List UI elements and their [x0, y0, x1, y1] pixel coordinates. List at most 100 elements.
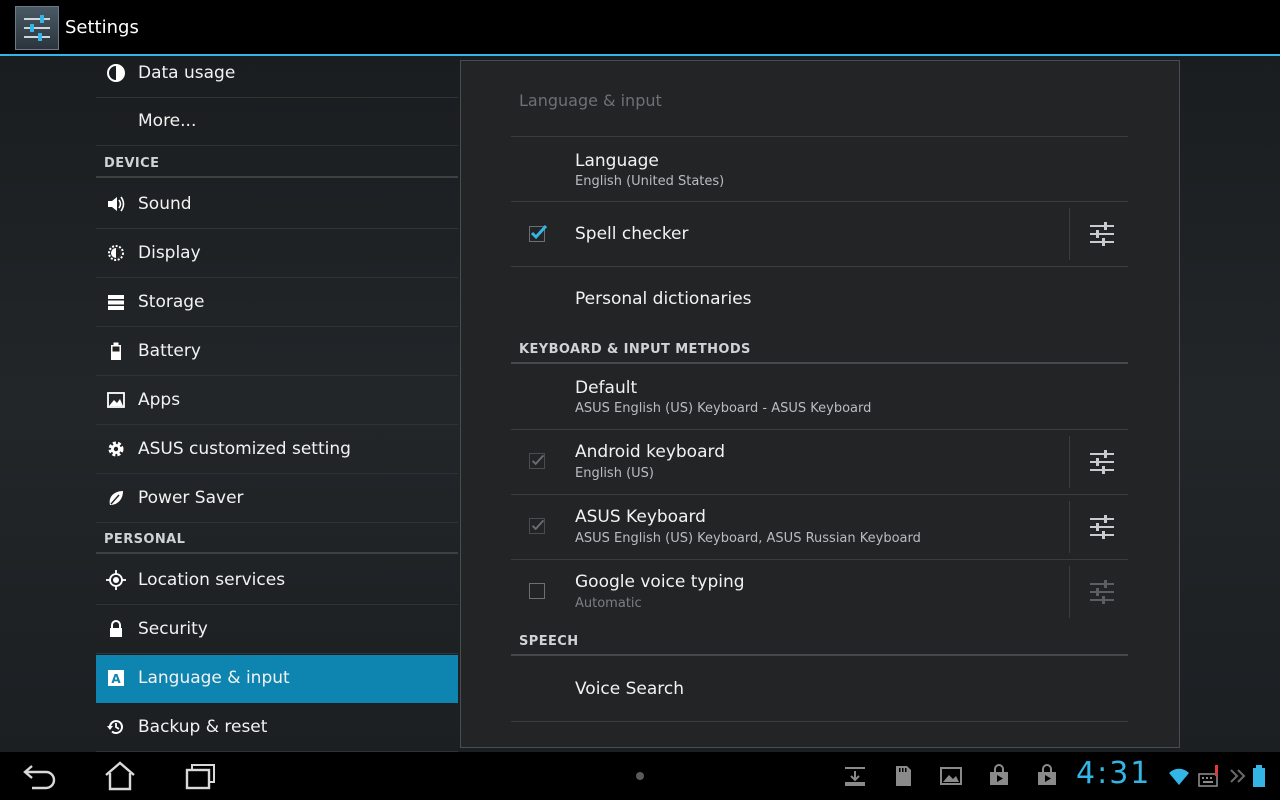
sidebar-item-asus-customized-setting[interactable]: ASUS customized setting	[96, 426, 458, 474]
sidebar-item-label: Apps	[138, 390, 181, 410]
default-keyboard-preference[interactable]: Default ASUS English (US) Keyboard - ASU…	[511, 365, 1128, 429]
play-store-notification-icon[interactable]	[987, 764, 1011, 788]
section-header-label: KEYBOARD & INPUT METHODS	[519, 342, 751, 357]
asus-keyboard-checkbox[interactable]	[529, 518, 545, 534]
spell-checker-preference[interactable]: Spell checker	[511, 202, 1128, 266]
back-icon[interactable]	[20, 760, 60, 792]
keyboard-alert-icon	[1198, 765, 1218, 787]
home-icon[interactable]	[100, 760, 140, 792]
language-input-panel: Language & input Language English (Unite…	[460, 60, 1180, 748]
sidebar-item-label: More...	[138, 111, 197, 131]
preference-title: ASUS Keyboard	[575, 507, 706, 527]
data-usage-icon	[107, 64, 125, 82]
clock[interactable]: 4:31	[1076, 756, 1151, 791]
sidebar-item-label: Language & input	[138, 668, 290, 688]
sidebar-item-battery[interactable]: Battery	[96, 328, 458, 376]
storage-icon	[108, 295, 124, 310]
section-header-personal: PERSONAL	[96, 526, 458, 554]
section-header-label: SPEECH	[519, 634, 579, 649]
spell-checker-checkbox[interactable]	[529, 224, 548, 242]
sd-card-icon[interactable]	[891, 764, 915, 788]
google-voice-typing-preference[interactable]: Google voice typing Automatic	[511, 560, 1128, 624]
section-header-keyboard: KEYBOARD & INPUT METHODS	[511, 336, 1128, 364]
picture-notification-icon[interactable]	[939, 764, 963, 788]
sidebar-item-backup-reset[interactable]: Backup & reset	[96, 704, 458, 752]
lock-icon	[110, 620, 122, 637]
leaf-icon	[109, 491, 123, 505]
action-bar: Settings	[0, 0, 1280, 56]
sidebar-item-power-saver[interactable]: Power Saver	[96, 475, 458, 523]
sidebar-item-label: Storage	[138, 292, 205, 312]
sidebar-item-location-services[interactable]: Location services	[96, 557, 458, 605]
sidebar-item-data-usage[interactable]: Data usage	[96, 56, 458, 98]
preference-title: Google voice typing	[575, 572, 745, 592]
sidebar-item-label: ASUS customized setting	[138, 439, 351, 459]
apps-icon	[107, 392, 125, 408]
settings-sliders-icon[interactable]	[1089, 514, 1115, 540]
sidebar-item-label: Backup & reset	[138, 717, 268, 737]
sidebar-item-label: Display	[138, 243, 201, 263]
sidebar-item-more[interactable]: More...	[96, 98, 458, 146]
battery-icon	[111, 342, 121, 360]
panel-title: Language & input	[519, 91, 662, 110]
main-area: Data usage More... DEVICE Sound Display	[0, 56, 1280, 752]
language-preference[interactable]: Language English (United States)	[511, 137, 1128, 201]
preference-summary: ASUS English (US) Keyboard - ASUS Keyboa…	[575, 401, 872, 416]
download-notification-icon[interactable]	[843, 764, 867, 788]
sidebar-item-label: Battery	[138, 341, 201, 361]
language-icon: A	[108, 670, 124, 686]
preference-title: Voice Search	[575, 679, 685, 699]
preference-title: Personal dictionaries	[575, 289, 752, 309]
sidebar-item-label: Sound	[138, 194, 192, 214]
settings-category-list: Data usage More... DEVICE Sound Display	[96, 56, 458, 752]
section-header-label: PERSONAL	[104, 532, 186, 547]
section-header-label: DEVICE	[104, 156, 160, 171]
preference-title: Android keyboard	[575, 442, 725, 462]
sidebar-item-apps[interactable]: Apps	[96, 377, 458, 425]
preference-summary: English (United States)	[575, 174, 725, 189]
personal-dictionaries-preference[interactable]: Personal dictionaries	[511, 267, 1128, 331]
checkmark-icon	[531, 519, 545, 531]
sidebar-item-language-input[interactable]: A Language & input	[96, 655, 458, 703]
gear-icon	[108, 441, 124, 457]
recent-apps-icon[interactable]	[180, 760, 220, 792]
checkmark-icon	[531, 454, 545, 466]
sidebar-item-label: Power Saver	[138, 488, 244, 508]
brightness-icon	[108, 245, 124, 261]
google-voice-typing-checkbox[interactable]	[529, 583, 545, 599]
app-title: Settings	[65, 17, 139, 38]
settings-sliders-icon[interactable]	[1089, 579, 1115, 605]
backup-icon	[107, 720, 123, 735]
sidebar-item-security[interactable]: Security	[96, 606, 458, 654]
sidebar-item-display[interactable]: Display	[96, 230, 458, 278]
wifi-icon	[1169, 768, 1189, 785]
location-icon	[106, 570, 126, 590]
section-header-device: DEVICE	[96, 150, 458, 178]
settings-sliders-icon[interactable]	[1089, 221, 1115, 247]
preference-title: Language	[575, 151, 659, 171]
sidebar-item-label: Data usage	[138, 63, 236, 83]
vertical-divider	[1069, 436, 1070, 488]
preference-summary: English (US)	[575, 466, 654, 481]
vertical-divider	[1069, 566, 1070, 618]
preference-summary: ASUS English (US) Keyboard, ASUS Russian…	[575, 531, 921, 546]
dot-indicator-icon	[636, 772, 644, 780]
vertical-divider	[1069, 208, 1070, 260]
asus-keyboard-preference[interactable]: ASUS Keyboard ASUS English (US) Keyboard…	[511, 495, 1128, 559]
sidebar-item-label: Security	[138, 619, 208, 639]
divider	[511, 721, 1128, 722]
settings-sliders-icon[interactable]	[1089, 449, 1115, 475]
sidebar-item-storage[interactable]: Storage	[96, 279, 458, 327]
voice-search-preference[interactable]: Voice Search	[511, 657, 1128, 721]
android-keyboard-checkbox[interactable]	[529, 453, 545, 469]
sidebar-item-sound[interactable]: Sound	[96, 181, 458, 229]
svg-text:A: A	[111, 672, 121, 686]
preference-title: Default	[575, 378, 638, 398]
android-keyboard-preference[interactable]: Android keyboard English (US)	[511, 430, 1128, 494]
checkmark-icon	[530, 224, 548, 240]
sidebar-item-label: Location services	[138, 570, 286, 590]
play-store-notification-icon-2[interactable]	[1035, 764, 1059, 788]
vertical-divider	[1069, 501, 1070, 553]
settings-app-icon[interactable]	[15, 6, 59, 50]
battery-status-icon	[1253, 765, 1265, 787]
